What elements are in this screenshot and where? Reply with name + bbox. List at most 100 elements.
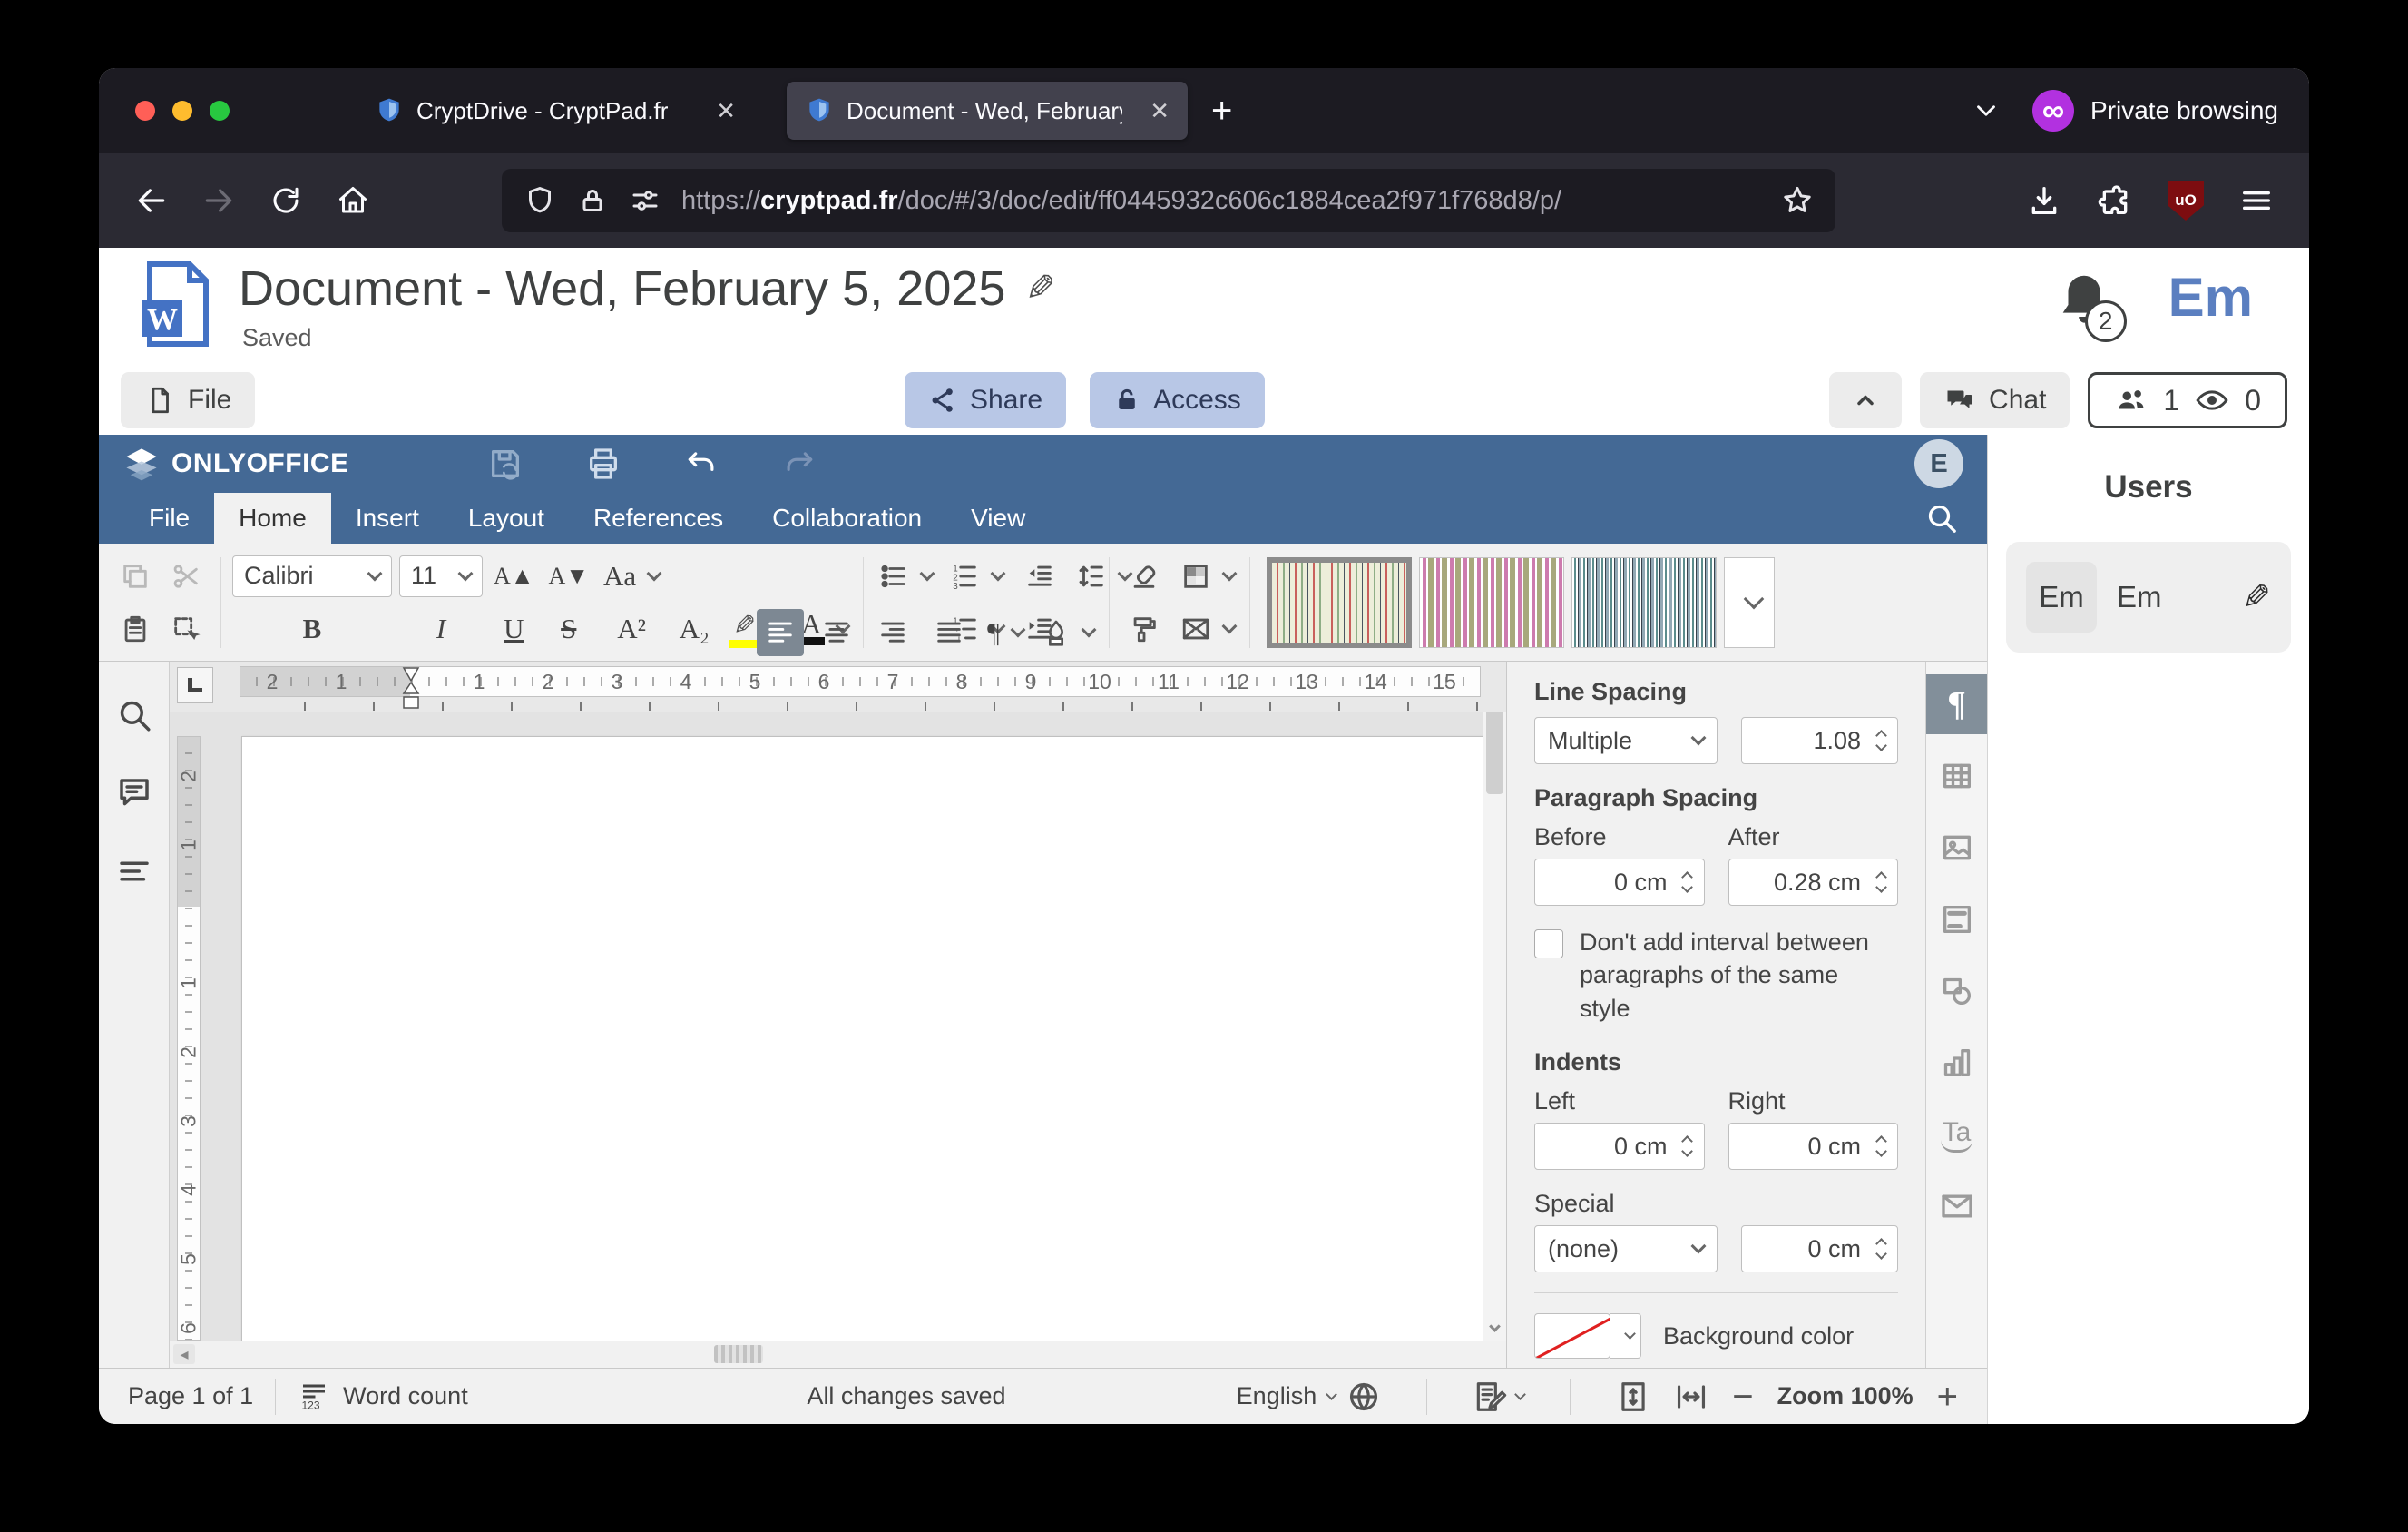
extensions-puzzle-icon[interactable] xyxy=(2097,182,2133,219)
user-list-item[interactable]: Em Em ✎ xyxy=(2006,542,2291,653)
url-text[interactable]: https://cryptpad.fr/doc/#/3/doc/edit/ff0… xyxy=(681,186,1767,216)
indent-left-spinner[interactable]: 0 cm xyxy=(1534,1123,1705,1170)
table-settings-tab[interactable] xyxy=(1926,746,1987,806)
scroll-left-arrow[interactable]: ◂ xyxy=(173,1344,195,1364)
menu-tab-layout[interactable]: Layout xyxy=(444,493,569,544)
spacing-before-spinner[interactable]: 0 cm xyxy=(1534,859,1705,906)
print-button[interactable] xyxy=(583,444,623,484)
redo-button[interactable] xyxy=(779,444,819,484)
tab-cryptdrive[interactable]: CryptDrive - CryptPad.fr ✕ xyxy=(357,82,754,140)
background-color-dropdown[interactable] xyxy=(1610,1313,1641,1359)
align-right-button[interactable] xyxy=(869,609,916,656)
change-case-button[interactable]: Aa xyxy=(600,553,663,600)
header-footer-settings-tab[interactable] xyxy=(1926,889,1987,949)
back-button[interactable] xyxy=(133,182,170,219)
onlyoffice-user-avatar[interactable]: E xyxy=(1914,439,1963,488)
special-amount-spinner[interactable]: 0 cm xyxy=(1741,1225,1899,1272)
style-thumbnail-heading[interactable] xyxy=(1571,557,1717,648)
track-changes-button[interactable] xyxy=(1473,1380,1524,1414)
nonprinting-characters-button[interactable]: ¶ xyxy=(982,609,1029,656)
increment-font-button[interactable]: A▲ xyxy=(490,553,538,600)
font-size-select[interactable]: 11 xyxy=(399,555,483,597)
indent-right-spinner[interactable]: 0 cm xyxy=(1728,1123,1899,1170)
ublock-origin-icon[interactable]: uO xyxy=(2168,181,2204,221)
home-button[interactable] xyxy=(335,182,371,219)
line-spacing-select[interactable]: Multiple xyxy=(1534,717,1718,764)
bookmark-star-icon[interactable] xyxy=(1781,184,1814,217)
horizontal-scrollbar[interactable]: ◂ xyxy=(170,1340,1506,1368)
tab-close-icon[interactable]: ✕ xyxy=(1150,97,1170,125)
shape-settings-tab[interactable] xyxy=(1926,961,1987,1021)
styles-expand-button[interactable] xyxy=(1724,557,1775,648)
special-select[interactable]: (none) xyxy=(1534,1225,1718,1272)
background-color-swatch[interactable] xyxy=(1534,1313,1610,1359)
menu-tab-file[interactable]: File xyxy=(124,493,214,544)
justify-button[interactable] xyxy=(925,609,973,656)
page-indicator[interactable]: Page 1 of 1 xyxy=(128,1382,253,1410)
list-tabs-chevron-icon[interactable] xyxy=(1971,95,2002,126)
numbered-list-button[interactable]: 123 xyxy=(945,553,1007,600)
save-button[interactable] xyxy=(485,444,525,484)
line-spacing-amount-spinner[interactable]: 1.08 xyxy=(1741,717,1899,764)
style-thumbnail-no-spacing[interactable] xyxy=(1419,557,1564,648)
presence-counter-button[interactable]: 1 0 xyxy=(2088,372,2287,428)
menu-tab-view[interactable]: View xyxy=(946,493,1050,544)
word-count-button[interactable]: 123 Word count xyxy=(298,1380,468,1413)
tab-close-icon[interactable]: ✕ xyxy=(716,97,736,125)
navigation-headings-icon[interactable] xyxy=(115,852,153,890)
zoom-in-button[interactable]: + xyxy=(1937,1386,1958,1408)
strikethrough-button[interactable]: S xyxy=(545,605,593,653)
vertical-ruler[interactable]: 21123456 xyxy=(177,736,201,1340)
horizontal-ruler[interactable]: 21123456789101112131415 xyxy=(240,666,1481,697)
minimize-window-button[interactable] xyxy=(172,101,192,121)
interval-checkbox[interactable] xyxy=(1534,929,1563,958)
file-menu-button[interactable]: File xyxy=(121,372,255,428)
chart-settings-tab[interactable] xyxy=(1926,1033,1987,1093)
menu-tab-collaboration[interactable]: Collaboration xyxy=(748,493,946,544)
collapse-toolbar-button[interactable] xyxy=(1829,372,1902,428)
cut-button[interactable] xyxy=(162,553,210,600)
forward-button[interactable] xyxy=(201,182,237,219)
document-page[interactable] xyxy=(241,736,1485,1340)
copy-style-button[interactable] xyxy=(1121,605,1168,653)
spellcheck-globe-icon[interactable] xyxy=(1346,1380,1381,1414)
menu-tab-references[interactable]: References xyxy=(569,493,748,544)
toolbar-search-icon[interactable] xyxy=(1923,500,1960,536)
permissions-icon[interactable] xyxy=(629,184,661,217)
horizontal-scroll-thumb[interactable] xyxy=(714,1345,763,1363)
underline-button[interactable]: U xyxy=(490,605,538,653)
chat-button[interactable]: Chat xyxy=(1920,372,2070,428)
fit-width-button[interactable] xyxy=(1674,1380,1708,1414)
edit-title-pencil-icon[interactable]: ✎ xyxy=(1025,268,1056,309)
new-tab-button[interactable]: + xyxy=(1211,91,1232,132)
select-all-button[interactable] xyxy=(162,605,210,653)
comments-icon[interactable] xyxy=(115,774,153,812)
shading-button[interactable] xyxy=(1177,553,1238,600)
align-center-button[interactable] xyxy=(813,609,860,656)
copy-button[interactable] xyxy=(112,553,159,600)
italic-button[interactable]: I xyxy=(399,605,483,653)
share-button[interactable]: Share xyxy=(905,372,1066,428)
paragraph-settings-tab[interactable]: ¶ xyxy=(1926,674,1987,734)
close-window-button[interactable] xyxy=(135,101,155,121)
tab-stop-selector[interactable] xyxy=(177,667,213,703)
spacing-after-spinner[interactable]: 0.28 cm xyxy=(1728,859,1899,906)
decrement-font-button[interactable]: A▼ xyxy=(545,553,593,600)
account-menu-button[interactable]: Em xyxy=(2168,268,2253,328)
vertical-scroll-thumb[interactable] xyxy=(1486,712,1503,794)
bold-button[interactable]: B xyxy=(232,605,392,653)
notifications-bell-button[interactable]: 2 xyxy=(2052,268,2116,344)
mail-merge-button[interactable] xyxy=(1177,605,1238,653)
decrease-indent-button[interactable] xyxy=(1016,553,1063,600)
maximize-window-button[interactable] xyxy=(210,101,230,121)
zoom-level[interactable]: Zoom 100% xyxy=(1777,1382,1914,1410)
vertical-scrollbar[interactable] xyxy=(1483,712,1506,1340)
font-name-select[interactable]: Calibri xyxy=(232,555,392,597)
textart-settings-tab[interactable]: Ta xyxy=(1926,1105,1987,1164)
document-canvas[interactable]: 21123456 xyxy=(170,712,1506,1340)
menu-hamburger-icon[interactable] xyxy=(2238,182,2275,219)
subscript-button[interactable]: A₂ xyxy=(671,605,718,653)
image-settings-tab[interactable] xyxy=(1926,818,1987,878)
superscript-button[interactable]: A² xyxy=(600,605,663,653)
downloads-icon[interactable] xyxy=(2026,182,2062,219)
